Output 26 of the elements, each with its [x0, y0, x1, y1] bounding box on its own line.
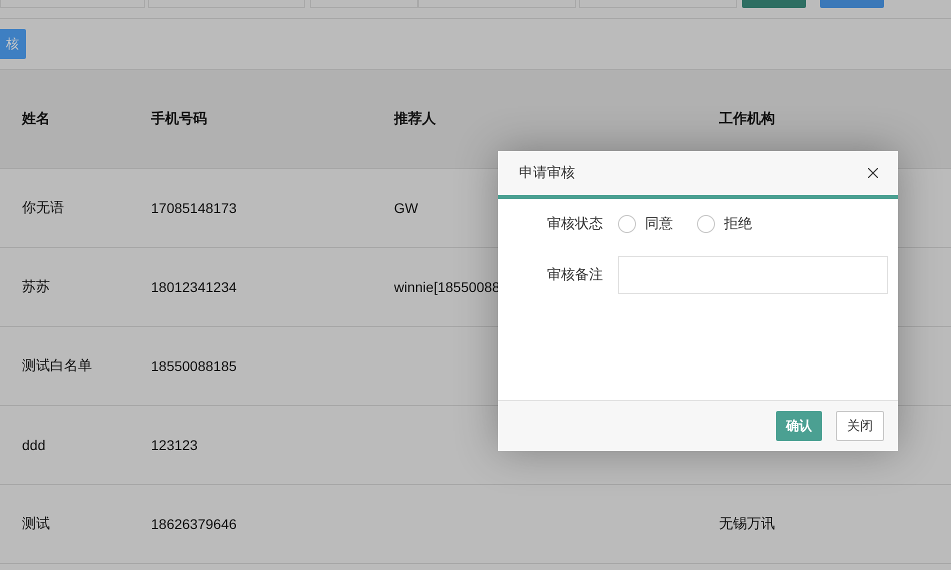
radio-icon[interactable]	[618, 215, 636, 233]
table-cell-text: GW	[393, 200, 420, 216]
table-cell-text: 测试白名单	[21, 357, 93, 375]
table-cell-text: 苏苏	[21, 278, 51, 296]
close-button[interactable]: 关闭	[836, 411, 884, 441]
dialog-title: 申请审核	[519, 164, 575, 182]
field-label: 审核状态	[546, 215, 603, 233]
column-header: 工作机构	[718, 110, 776, 128]
radio-option[interactable]: 同意	[618, 215, 673, 233]
table-cell-text: 17085148173	[150, 200, 238, 216]
remark-field[interactable]	[618, 256, 888, 294]
table-cell-text: 测试	[21, 515, 51, 533]
table-cell-text: ddd	[21, 437, 46, 453]
table-cell-text: 你无语	[21, 199, 65, 217]
column-header: 手机号码	[150, 110, 208, 128]
table-cell-text: 18626379646	[150, 516, 238, 532]
table-cell-text: 123123	[150, 437, 199, 453]
column-header: 姓名	[20, 110, 51, 128]
radio-option[interactable]: 拒绝	[697, 215, 752, 233]
table-cell-text: 18550088185	[150, 358, 238, 374]
radio-icon[interactable]	[697, 215, 715, 233]
field-label: 审核备注	[546, 266, 603, 284]
table-cell-text: 无锡万讯	[718, 515, 776, 533]
table-cell-text: winnie[18550088	[393, 279, 501, 295]
table-cell-text: 18012341234	[150, 279, 238, 295]
column-header: 推荐人	[392, 110, 437, 128]
